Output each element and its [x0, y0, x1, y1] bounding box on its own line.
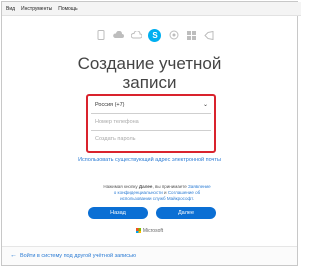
menu-view[interactable]: Вид	[6, 6, 15, 12]
microsoft-logo-icon	[135, 228, 141, 234]
vs-icon	[204, 30, 215, 41]
phone-icon	[95, 30, 106, 41]
arrow-left-icon: ←	[10, 252, 17, 259]
menu-help[interactable]: Помощь	[58, 6, 77, 12]
window-frame: Вид Инструменты Помощь S Создание учетно…	[1, 1, 301, 266]
bottom-bar: ← Войти в систему под другой учётной зап…	[2, 246, 297, 265]
microsoft-label: Microsoft	[142, 228, 164, 234]
legal-and: и	[164, 190, 167, 195]
country-select-value: Россия (+7)	[95, 102, 125, 108]
legal-prefix: Нажимая кнопку	[103, 184, 138, 189]
skype-icon: S	[148, 28, 162, 42]
back-button[interactable]: Назад	[88, 207, 148, 219]
phone-input[interactable]: Номер телефона	[91, 114, 211, 131]
outlook-icon	[168, 30, 179, 41]
password-input-placeholder: Создать пароль	[95, 136, 136, 142]
use-existing-email-link[interactable]: Использовать существующий адрес электрон…	[2, 157, 297, 164]
menu-bar: Вид Инструменты Помощь	[2, 2, 301, 16]
title-line-1: Создание учетной	[77, 54, 222, 73]
legal-button-ref: Далее	[138, 184, 153, 189]
cloud-icon	[113, 30, 124, 41]
account-form: Россия (+7) ⌄ Номер телефона Создать пар…	[86, 94, 216, 153]
next-button[interactable]: Далее	[156, 207, 216, 219]
apps-row: S	[95, 28, 215, 42]
button-row: Назад Далее	[88, 207, 216, 219]
microsoft-brand: Microsoft	[2, 228, 297, 234]
signin-other-account-label: Войти в систему под другой учётной запис…	[20, 252, 136, 259]
menu-tools[interactable]: Инструменты	[21, 6, 52, 12]
phone-input-placeholder: Номер телефона	[95, 119, 139, 125]
signin-other-account-link[interactable]: ← Войти в систему под другой учётной зап…	[10, 252, 136, 259]
page-title: Создание учетной записи	[2, 54, 297, 92]
title-line-2: записи	[122, 73, 177, 92]
windows-icon	[186, 30, 197, 41]
chevron-down-icon: ⌄	[202, 102, 208, 108]
legal-middle: , вы принимаете	[152, 184, 187, 189]
country-select[interactable]: Россия (+7) ⌄	[91, 97, 211, 114]
cloud-outline-icon	[130, 30, 142, 41]
legal-text: Нажимая кнопку Далее, вы принимаете Заяв…	[102, 184, 212, 202]
password-input[interactable]: Создать пароль	[91, 131, 211, 148]
